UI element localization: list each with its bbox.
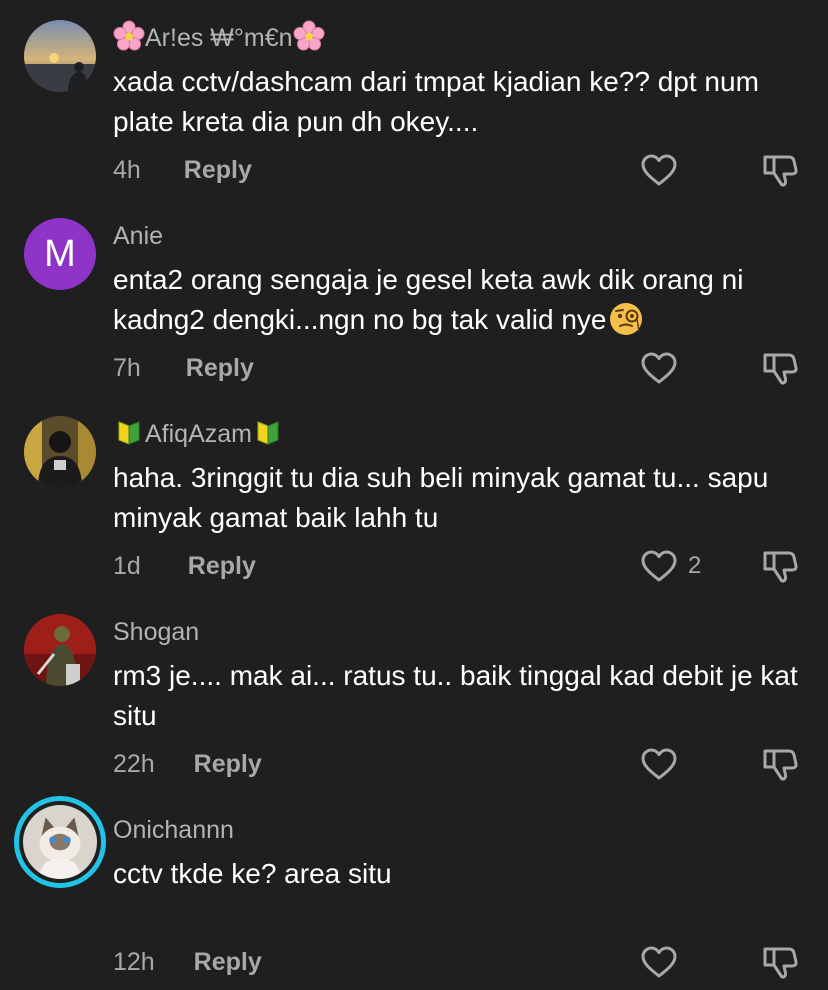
avatar-letter: M bbox=[44, 232, 76, 275]
like-count: 2 bbox=[688, 552, 702, 579]
dislike-button[interactable] bbox=[761, 745, 799, 783]
japanese-beginner-symbol-emoji bbox=[113, 416, 145, 448]
reply-button[interactable]: Reply bbox=[186, 348, 254, 388]
like-button[interactable] bbox=[640, 942, 688, 982]
sunset-photo-avatar bbox=[24, 20, 96, 92]
avatar[interactable] bbox=[24, 614, 96, 686]
username-text: AfiqAzam bbox=[145, 420, 252, 448]
dislike-button[interactable] bbox=[761, 547, 799, 585]
comment-time: 4h bbox=[113, 156, 141, 184]
like-button[interactable] bbox=[640, 348, 688, 388]
dislike-button[interactable] bbox=[761, 151, 799, 189]
username[interactable]: Onichannn bbox=[113, 812, 234, 848]
heart-outline-icon bbox=[640, 153, 678, 187]
comment-text: cctv tkde ke? area situ bbox=[113, 858, 392, 889]
username-text: Onichannn bbox=[113, 816, 234, 844]
comment-item: Onichannn cctv tkde ke? area situ 12h Re… bbox=[0, 792, 828, 990]
cat-photo-avatar bbox=[23, 805, 97, 879]
username[interactable]: Anie bbox=[113, 218, 163, 254]
comment-text: haha. 3ringgit tu dia suh beli minyak ga… bbox=[113, 462, 769, 533]
heart-outline-icon bbox=[640, 351, 678, 385]
cherry-blossom-emoji bbox=[293, 20, 325, 52]
comment-time: 7h bbox=[113, 354, 141, 382]
comment-text: xada cctv/dashcam dari tmpat kjadian ke?… bbox=[113, 66, 759, 137]
username-text: Anie bbox=[113, 222, 164, 250]
thumbs-down-icon bbox=[761, 547, 799, 585]
heart-outline-icon bbox=[640, 945, 678, 979]
like-button[interactable] bbox=[640, 150, 688, 190]
avatar[interactable] bbox=[24, 20, 96, 92]
dislike-button[interactable] bbox=[761, 943, 799, 981]
comment-text: rm3 je.... mak ai... ratus tu.. baik tin… bbox=[113, 660, 798, 731]
comment-item: AfiqAzam haha. 3ringgit tu dia suh beli … bbox=[0, 396, 828, 594]
username-text: Shogan bbox=[113, 618, 200, 646]
like-button[interactable] bbox=[640, 744, 688, 784]
avatar[interactable]: M bbox=[24, 218, 96, 290]
comment-time: 1d bbox=[113, 552, 141, 580]
thumbs-down-icon bbox=[761, 349, 799, 387]
reply-button[interactable]: Reply bbox=[194, 942, 262, 982]
comment-time: 12h bbox=[113, 948, 155, 976]
warrior-photo-avatar bbox=[24, 614, 96, 686]
reply-button[interactable]: Reply bbox=[194, 744, 262, 784]
thumbs-down-icon bbox=[761, 943, 799, 981]
dislike-button[interactable] bbox=[761, 349, 799, 387]
comment-item: Ar!es ₩°m€n xada cctv/dashcam dari tmpat… bbox=[0, 0, 828, 198]
thumbs-down-icon bbox=[761, 151, 799, 189]
comment-time: 22h bbox=[113, 750, 155, 778]
username[interactable]: Shogan bbox=[113, 614, 199, 650]
comment-text-content: enta2 orang sengaja je gesel keta awk di… bbox=[113, 264, 744, 335]
heart-outline-icon bbox=[640, 747, 678, 781]
avatar[interactable] bbox=[24, 416, 96, 488]
username[interactable]: Ar!es ₩°m€n bbox=[113, 20, 325, 56]
comment-text: enta2 orang sengaja je gesel keta awk di… bbox=[113, 260, 813, 340]
person-photo-avatar bbox=[24, 416, 96, 488]
like-button[interactable]: 2 bbox=[640, 546, 701, 586]
avatar[interactable] bbox=[14, 796, 106, 888]
cherry-blossom-emoji bbox=[113, 20, 145, 52]
thumbs-down-icon bbox=[761, 745, 799, 783]
username[interactable]: AfiqAzam bbox=[113, 416, 284, 452]
heart-outline-icon bbox=[640, 549, 678, 583]
comment-item: Shogan rm3 je.... mak ai... ratus tu.. b… bbox=[0, 594, 828, 792]
face-with-monocle-emoji bbox=[608, 301, 644, 337]
reply-button[interactable]: Reply bbox=[184, 150, 252, 190]
japanese-beginner-symbol-emoji bbox=[252, 416, 284, 448]
comment-item: M Anie enta2 orang sengaja je gesel keta… bbox=[0, 198, 828, 396]
username-text: Ar!es ₩°m€n bbox=[145, 24, 293, 52]
reply-button[interactable]: Reply bbox=[188, 546, 256, 586]
